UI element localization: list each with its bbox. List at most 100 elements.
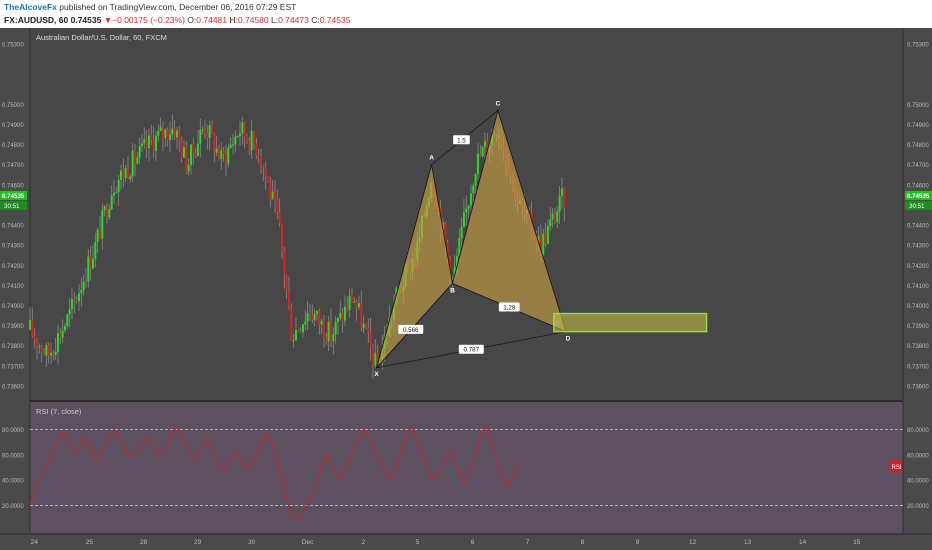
chart-title: Australian Dollar/U.S. Dollar, 60, FXCM xyxy=(36,33,167,42)
price-tick-label: 0.74300 xyxy=(2,244,24,250)
candle-body xyxy=(89,256,92,269)
close-label: C: xyxy=(311,15,320,25)
candle-body xyxy=(294,330,297,341)
time-tick-label: 29 xyxy=(194,539,202,546)
candle-body xyxy=(101,210,104,239)
price-tick-label: 0.74700 xyxy=(907,163,929,169)
candle-body xyxy=(563,188,566,208)
candle-body xyxy=(257,155,260,157)
candle-body xyxy=(292,340,295,342)
symbol-line: FX:AUDUSD, 60 0.74535 ▼−0.00175 (−0.23%)… xyxy=(0,14,932,27)
price-tick-label: 0.74800 xyxy=(2,143,24,149)
ratio-label: 0.566 xyxy=(403,327,419,334)
candle-body xyxy=(556,211,559,223)
candle-body xyxy=(42,352,45,356)
candle-body xyxy=(266,176,269,183)
candle-body xyxy=(145,139,148,149)
candle-body xyxy=(82,281,85,291)
candle-body xyxy=(362,323,365,329)
price-tick-label: 0.73700 xyxy=(2,364,24,370)
close-value: 0.74535 xyxy=(319,15,351,25)
candle-body xyxy=(322,320,325,338)
candle-body xyxy=(47,345,50,356)
candle-body xyxy=(551,213,554,220)
pattern-point-label: A xyxy=(429,155,434,162)
pattern-point-label: C xyxy=(496,100,501,107)
price-tick-label: 0.73800 xyxy=(907,344,929,350)
candle-body xyxy=(313,314,316,321)
price-tick-label: 0.74900 xyxy=(2,123,24,129)
candle-body xyxy=(297,330,300,332)
candle-body xyxy=(68,309,71,315)
candle-body xyxy=(250,130,253,151)
candle-body xyxy=(549,219,552,227)
candle-body xyxy=(357,303,360,308)
candle-body xyxy=(75,299,78,302)
candle-body xyxy=(483,141,486,148)
price-tick-label: 0.75300 xyxy=(2,43,24,49)
candle-body xyxy=(185,147,188,172)
candle-body xyxy=(208,125,211,138)
candle-body xyxy=(329,321,332,341)
tradingview-chart-screenshot: { "header": { "author": "TheAlcoveFx", "… xyxy=(0,0,932,550)
candle-body xyxy=(31,320,34,336)
time-tick-label: 30 xyxy=(248,539,256,546)
candle-body xyxy=(299,330,302,333)
price-tick-label: 0.75000 xyxy=(2,103,24,109)
rsi-tick-label: 40.0000 xyxy=(2,479,24,485)
candle-body xyxy=(49,352,52,356)
candle-body xyxy=(259,155,262,166)
candle-body xyxy=(161,127,164,139)
candle-body xyxy=(346,306,349,310)
target-zone-box xyxy=(553,312,708,333)
candle-body xyxy=(98,229,101,239)
candle-body xyxy=(348,295,351,310)
candle-body xyxy=(283,250,286,276)
time-tick-label: 9 xyxy=(636,539,640,546)
candle-body xyxy=(476,153,479,175)
candle-body xyxy=(238,133,241,136)
candle-body xyxy=(164,129,167,139)
candle-body xyxy=(54,351,57,355)
candle-body xyxy=(341,312,344,321)
candle-body xyxy=(129,176,132,179)
candle-body xyxy=(147,135,150,149)
time-tick-label: 12 xyxy=(689,539,697,546)
candle-body xyxy=(334,321,337,335)
candle-body xyxy=(460,226,463,239)
candle-body xyxy=(108,209,111,218)
candle-body xyxy=(91,258,94,269)
candle-body xyxy=(273,191,276,200)
candle-body xyxy=(271,191,274,199)
candle-body xyxy=(325,337,328,342)
price-tick-label: 0.74800 xyxy=(907,143,929,149)
time-tick-label: 13 xyxy=(744,539,752,546)
candle-body xyxy=(481,147,484,157)
candle-body xyxy=(546,226,549,244)
candle-body xyxy=(343,306,346,321)
rsi-tick-label: 60.0000 xyxy=(2,453,24,459)
candle-body xyxy=(367,328,370,332)
candle-body xyxy=(285,275,288,291)
candle-body xyxy=(105,206,108,218)
candle-body xyxy=(360,303,363,329)
candle-body xyxy=(213,133,216,153)
rsi-tick-label: 80.0000 xyxy=(907,428,929,434)
author-link[interactable]: TheAlcoveFx xyxy=(4,2,57,12)
rsi-tick-label: 20.0000 xyxy=(2,504,24,510)
chart-canvas[interactable]: Australian Dollar/U.S. Dollar, 60, FXCM … xyxy=(0,28,932,550)
price-tick-label: 0.74000 xyxy=(907,304,929,310)
rsi-tick-label: 40.0000 xyxy=(907,479,929,485)
ratio-label: 0.787 xyxy=(464,347,480,354)
candle-body xyxy=(467,205,470,209)
candle-body xyxy=(234,136,237,145)
candle-body xyxy=(154,135,157,152)
time-tick-label: 6 xyxy=(471,539,475,546)
candle-body xyxy=(355,301,358,308)
change-down-icon: ▼ xyxy=(103,15,113,25)
candle-body xyxy=(217,148,220,160)
rsi-title: RSI (7, close) xyxy=(36,407,82,416)
time-tick-label: 7 xyxy=(526,539,530,546)
candle-body xyxy=(112,192,115,196)
candle-body xyxy=(474,174,477,186)
